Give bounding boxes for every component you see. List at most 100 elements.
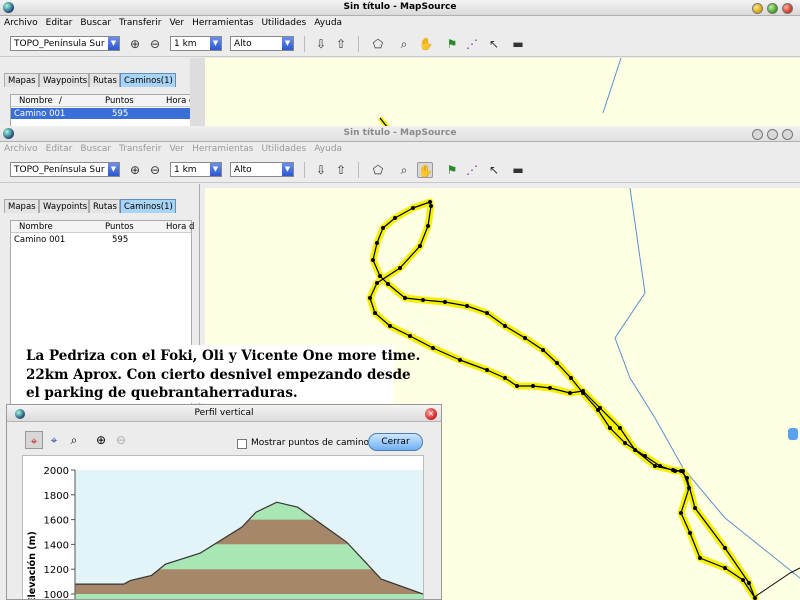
tab-waypoints[interactable]: Waypoints [39, 199, 89, 213]
track-point [679, 469, 683, 473]
zoom-box-icon[interactable]: ⌕ [65, 431, 83, 449]
send-to-device-icon[interactable]: ⇧ [333, 162, 349, 178]
minimize-button[interactable] [752, 129, 763, 140]
menu-buscar[interactable]: Buscar [76, 142, 115, 154]
tab-mapas[interactable]: Mapas [4, 73, 39, 87]
track-point [685, 476, 689, 480]
column-nombre[interactable]: Nombre [19, 96, 53, 106]
crosshair-move-icon[interactable]: ⌖ [45, 431, 63, 449]
route-tool-icon[interactable]: ⋰ [464, 162, 480, 178]
zoom-in-icon[interactable]: ⊕ [127, 36, 143, 52]
menu-archivo[interactable]: Archivo [0, 142, 42, 154]
hand-tool-icon[interactable]: ✋ [417, 162, 433, 178]
track-point [443, 300, 447, 304]
distance-ruler-icon[interactable]: ▬ [510, 36, 526, 52]
zoom-out-icon[interactable]: ⊖ [147, 36, 163, 52]
window-title: Sin título - MapSource [343, 2, 457, 12]
y-tick-label: 1000 [44, 590, 69, 600]
menu-utilidades[interactable]: Utilidades [257, 142, 310, 154]
map-tool-icon[interactable]: ⬠ [370, 162, 386, 178]
table-row[interactable]: Camino 001 595 [11, 234, 191, 245]
receive-from-device-icon[interactable]: ⇩ [313, 36, 329, 52]
map-product-select[interactable]: TOPO_Península Sur ▼ [10, 36, 120, 51]
detail-select[interactable]: Alto ▼ [230, 36, 294, 51]
maximize-button[interactable] [767, 3, 778, 14]
dialog-close-icon[interactable]: × [425, 408, 437, 420]
zoom-tool-icon[interactable]: ⌕ [396, 36, 412, 52]
column-nombre[interactable]: Nombre [19, 222, 53, 232]
menu-archivo[interactable]: Archivo [0, 16, 42, 28]
track-point [548, 386, 552, 390]
menu-buscar[interactable]: Buscar [76, 16, 115, 28]
waypoint-flag-icon[interactable]: ⚑ [444, 162, 460, 178]
menu-ver[interactable]: Ver [165, 142, 188, 154]
track-point [465, 304, 469, 308]
zoom-out-icon[interactable]: ⊖ [147, 162, 163, 178]
crosshair-select-icon[interactable]: ⌖ [25, 431, 43, 449]
y-axis-ticks: 1000 1200 1400 1600 1800 2000 [44, 466, 75, 600]
tab-waypoints[interactable]: Waypoints [39, 73, 89, 87]
menu-utilidades[interactable]: Utilidades [257, 16, 310, 28]
tab-mapas[interactable]: Mapas [4, 199, 39, 213]
menu-transferir[interactable]: Transferir [115, 142, 165, 154]
send-to-device-icon[interactable]: ⇧ [333, 36, 349, 52]
hand-tool-icon[interactable]: ✋ [418, 36, 434, 52]
map-scroll-marker[interactable] [788, 428, 798, 440]
map-tool-icon[interactable]: ⬠ [370, 36, 386, 52]
sort-indicator: / [59, 96, 62, 106]
zoom-scale-select[interactable]: 1 km ▼ [170, 36, 222, 51]
menu-ayuda[interactable]: Ayuda [310, 16, 346, 28]
table-row[interactable]: Camino 001 595 [11, 108, 191, 119]
y-tick-label: 1600 [44, 516, 69, 527]
detail-select[interactable]: Alto ▼ [230, 162, 294, 177]
zoom-out-icon[interactable]: ⊖ [112, 431, 130, 449]
menu-ayuda[interactable]: Ayuda [310, 142, 346, 154]
show-waypoints-checkbox[interactable] [237, 439, 247, 449]
tab-rutas[interactable]: Rutas [89, 73, 120, 87]
menu-bar: Archivo Editar Buscar Transferir Ver Herramie… [0, 16, 800, 31]
track-point [426, 224, 430, 228]
track-point [541, 348, 545, 352]
select-arrow-icon[interactable]: ↖ [486, 162, 502, 178]
show-waypoints-label[interactable]: Mostrar puntos de camino [251, 438, 369, 448]
waypoint-flag-icon[interactable]: ⚑ [444, 36, 460, 52]
zoom-scale-value: 1 km [174, 165, 197, 175]
menu-transferir[interactable]: Transferir [115, 16, 165, 28]
tab-caminos[interactable]: Caminos(1) [120, 199, 176, 213]
menu-editar[interactable]: Editar [42, 142, 77, 154]
map-view-back[interactable] [205, 58, 800, 130]
zoom-scale-select[interactable]: 1 km ▼ [170, 162, 222, 177]
zoom-in-icon[interactable]: ⊕ [92, 431, 110, 449]
tab-caminos[interactable]: Caminos(1) [120, 73, 176, 87]
map-product-value: TOPO_Península Sur [14, 165, 105, 175]
receive-from-device-icon[interactable]: ⇩ [313, 162, 329, 178]
menu-herramientas[interactable]: Herramientas [188, 142, 257, 154]
chevron-down-icon: ▼ [282, 163, 293, 176]
chevron-down-icon: ▼ [108, 37, 119, 50]
map-product-select[interactable]: TOPO_Península Sur ▼ [10, 162, 120, 177]
menu-editar[interactable]: Editar [42, 16, 77, 28]
column-hora[interactable]: Hora d [166, 222, 194, 232]
panel-collapse-handle[interactable] [190, 58, 205, 130]
track-point [368, 296, 372, 300]
select-arrow-icon[interactable]: ↖ [486, 36, 502, 52]
menu-ver[interactable]: Ver [165, 16, 188, 28]
zoom-in-icon[interactable]: ⊕ [127, 162, 143, 178]
menu-herramientas[interactable]: Herramientas [188, 16, 257, 28]
column-puntos[interactable]: Puntos [105, 222, 134, 232]
route-tool-icon[interactable]: ⋰ [464, 36, 480, 52]
tab-rutas[interactable]: Rutas [89, 199, 120, 213]
distance-ruler-icon[interactable]: ▬ [510, 162, 526, 178]
cerrar-button[interactable]: Cerrar [368, 433, 423, 451]
close-button[interactable] [782, 3, 793, 14]
caption-line-3: el parking de quebrantaherraduras. [26, 385, 298, 401]
track-point [381, 226, 385, 230]
zoom-tool-icon[interactable]: ⌕ [396, 162, 412, 178]
track-point [375, 241, 379, 245]
close-button[interactable] [782, 129, 793, 140]
minimize-button[interactable] [752, 3, 763, 14]
column-puntos[interactable]: Puntos [105, 96, 134, 106]
title-bar: Sin título - MapSource [0, 0, 800, 16]
maximize-button[interactable] [767, 129, 778, 140]
map-product-value: TOPO_Península Sur [14, 39, 105, 49]
